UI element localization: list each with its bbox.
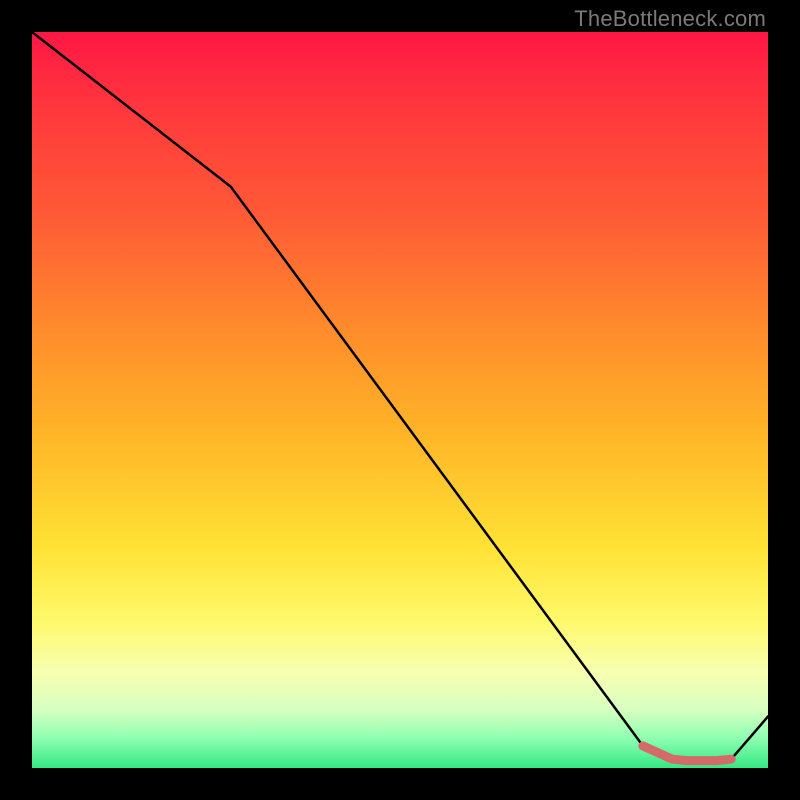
highlight-plateau [643,746,731,761]
plot-area [32,32,768,768]
chart-frame: TheBottleneck.com [0,0,800,800]
chart-overlay [32,32,768,768]
data-line [32,32,768,761]
attribution-text: TheBottleneck.com [574,6,766,32]
